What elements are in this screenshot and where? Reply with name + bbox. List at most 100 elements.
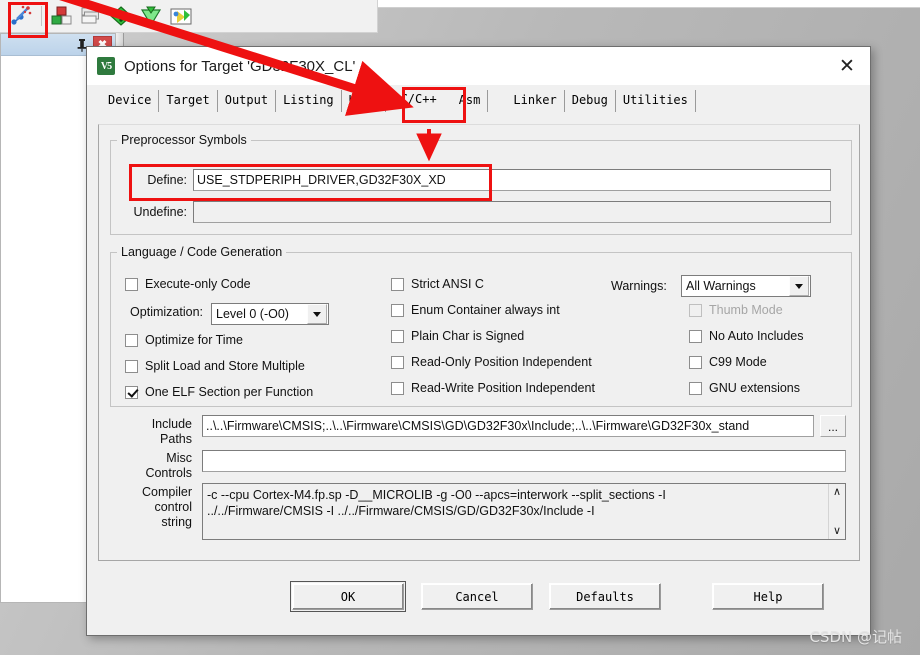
checkbox-box[interactable] [391,303,404,317]
warnings-label-row: Warnings: [611,279,667,293]
include-paths-label: Include Paths [151,417,192,446]
checkbox-box[interactable] [125,385,138,399]
checkbox-gnu-extensions[interactable]: GNU extensions [689,381,800,395]
language-code-generation-legend: Language / Code Generation [121,245,283,259]
chevron-down-icon[interactable] [307,304,327,324]
warnings-value: All Warnings [686,279,756,293]
checkbox-label: Split Load and Store Multiple [145,359,305,373]
compiler-control-string-label: Compiler control string [141,485,192,529]
toolbar-separator [41,6,42,26]
keil-uvision-icon: V5 [97,57,115,75]
preprocessor-symbols-group: Preprocessor Symbols Define: USE_STDPERI… [110,133,852,235]
checkbox-box[interactable] [689,355,702,369]
checkbox-box[interactable] [689,329,702,343]
checkbox-read-only-position-independent[interactable]: Read-Only Position Independent [391,355,592,369]
checkbox-c99-mode[interactable]: C99 Mode [689,355,767,369]
options-for-target-dialog: V5 Options for Target 'GD32F30X_CL' ✕ De… [86,46,871,636]
checkbox-split-load-and-store-multiple[interactable]: Split Load and Store Multiple [125,359,305,373]
defaults-button[interactable]: Defaults [549,583,661,610]
checkbox-box[interactable] [125,333,138,347]
define-input[interactable]: USE_STDPERIPH_DRIVER,GD32F30X_XD [193,169,831,191]
batch-build-icon[interactable] [138,4,164,28]
checkbox-optimize-for-time[interactable]: Optimize for Time [125,333,243,347]
scroll-down-icon[interactable]: ∨ [833,525,841,536]
checkbox-label: Thumb Mode [709,303,783,317]
checkbox-enum-container-always-int[interactable]: Enum Container always int [391,303,560,317]
checkbox-read-write-position-independent[interactable]: Read-Write Position Independent [391,381,595,395]
green-diamond-icon[interactable] [108,4,134,28]
checkbox-box[interactable] [125,277,138,291]
green-diamond-glyph [110,6,132,26]
checkbox-label: Strict ANSI C [411,277,484,291]
checkbox-label: No Auto Includes [709,329,804,343]
preprocessor-symbols-legend: Preprocessor Symbols [121,133,247,147]
checkbox-box[interactable] [391,277,404,291]
checkbox-box[interactable] [125,359,138,373]
tab-device[interactable]: Device [101,90,160,112]
tab-c-cpp[interactable]: C/C++ [385,88,452,112]
cancel-button[interactable]: Cancel [421,583,533,610]
include-paths-input[interactable]: ..\..\Firmware\CMSIS;..\..\Firmware\CMSI… [202,415,814,437]
checkbox-label: Plain Char is Signed [411,329,525,343]
checkbox-box[interactable] [391,329,404,343]
tab-listing[interactable]: Listing [276,90,342,112]
ide-toolbar [0,0,378,33]
checkbox-one-elf-section-per-function[interactable]: One ELF Section per Function [125,385,313,399]
tab-debug[interactable]: Debug [564,90,616,112]
checkbox-label: Read-Write Position Independent [411,381,595,395]
checkbox-box[interactable] [391,381,404,395]
warnings-label: Warnings: [611,279,667,293]
checkbox-strict-ansi-c[interactable]: Strict ANSI C [391,277,484,291]
pack-installer-icon[interactable] [168,4,194,28]
manage-components-icon[interactable] [48,4,74,28]
tab-strip: Device Target Output Listing User C/C++ … [87,85,870,112]
checkbox-execute-only-code[interactable]: Execute-only Code [125,277,251,291]
misc-controls-input[interactable] [202,450,846,472]
tab-panel-c-cpp: Preprocessor Symbols Define: USE_STDPERI… [98,124,860,561]
scroll-up-icon[interactable]: ∧ [833,486,841,497]
tab-user[interactable]: User [341,90,386,112]
checkbox-thumb-mode: Thumb Mode [689,303,783,317]
tab-utilities[interactable]: Utilities [615,90,696,112]
watermark: CSDN @记帖 [809,628,902,646]
checkbox-label: Optimize for Time [145,333,243,347]
checkbox-box [689,303,702,317]
checkbox-label: Enum Container always int [411,303,560,317]
warnings-select[interactable]: All Warnings [681,275,811,297]
tab-asm[interactable]: Asm [451,90,489,112]
compiler-control-string-field[interactable]: -c --cpu Cortex-M4.fp.sp -D__MICROLIB -g… [202,483,846,540]
checkbox-box[interactable] [689,381,702,395]
undefine-input[interactable] [193,201,831,223]
checkbox-label: Read-Only Position Independent [411,355,592,369]
checkbox-label: One ELF Section per Function [145,385,314,399]
compiler-control-string-scrollbar[interactable]: ∧ ∨ [828,484,845,539]
build-target-wand-icon[interactable] [8,4,34,28]
checkbox-box[interactable] [391,355,404,369]
tab-output[interactable]: Output [217,90,277,112]
include-paths-browse-button[interactable]: ... [820,415,846,437]
checkbox-no-auto-includes[interactable]: No Auto Includes [689,329,804,343]
tab-target[interactable]: Target [159,90,218,112]
checkbox-label: Execute-only Code [145,277,251,291]
language-code-generation-group: Language / Code Generation Execute-only … [110,245,852,407]
close-icon[interactable]: ✕ [824,47,870,85]
help-button[interactable]: Help [712,583,824,610]
compiler-control-string-value: -c --cpu Cortex-M4.fp.sp -D__MICROLIB -g… [207,488,666,518]
multi-project-icon[interactable] [78,4,104,28]
chevron-down-icon[interactable] [789,276,809,296]
undefine-label: Undefine: [133,205,187,219]
tab-linker[interactable]: Linker [506,90,565,112]
dialog-title: Options for Target 'GD32F30X_CL' [124,57,356,75]
ide-top-strip [378,0,920,8]
checkbox-label: C99 Mode [709,355,767,369]
paths-section: Include Paths ..\..\Firmware\CMSIS;..\..… [110,413,850,551]
keil-uvision-icon-label: V5 [100,60,112,72]
toolbar-button-build-target[interactable] [5,3,37,29]
manage-components-glyph [51,6,72,25]
checkbox-plain-char-is-signed[interactable]: Plain Char is Signed [391,329,524,343]
ok-button[interactable]: OK [290,581,406,612]
batch-build-glyph [140,6,162,27]
define-label: Define: [147,173,187,187]
multi-project-glyph [81,7,99,24]
optimization-select[interactable]: Level 0 (-O0) [211,303,329,325]
